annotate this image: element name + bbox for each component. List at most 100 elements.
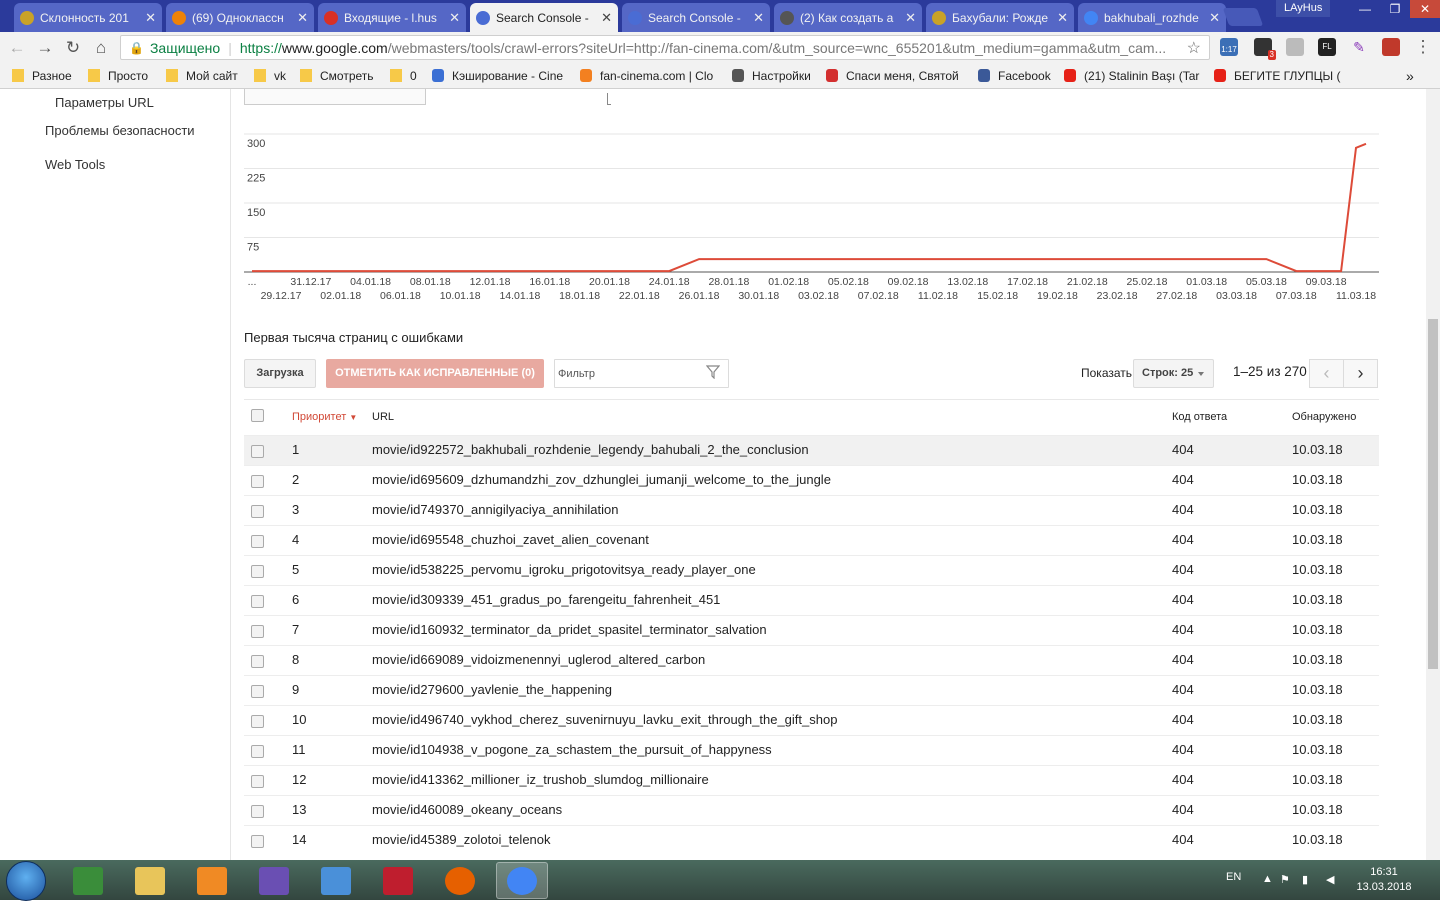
row-checkbox[interactable] [251,565,264,578]
column-response-code[interactable]: Код ответа [1172,411,1227,423]
table-row[interactable]: 12 movie/id413362_millioner_iz_trushob_sl… [244,765,1379,795]
column-detected[interactable]: Обнаружено [1292,411,1356,423]
table-row[interactable]: 4 movie/id695548_chuzhoi_zavet_alien_cove… [244,525,1379,555]
back-icon[interactable]: ← [6,37,28,59]
bookmark-item[interactable]: Смотреть [300,67,382,84]
taskbar-app[interactable] [248,862,300,899]
row-checkbox[interactable] [251,505,264,518]
row-checkbox[interactable] [251,595,264,608]
filter-input[interactable]: Фильтр [554,359,729,388]
table-row[interactable]: 13 movie/id460089_okeany_oceans 404 10.03.1… [244,795,1379,825]
browser-tab[interactable]: Входящие - l.hus ✕ [318,3,466,32]
download-button[interactable]: Загрузка [244,359,316,388]
row-checkbox[interactable] [251,625,264,638]
address-bar[interactable]: 🔒 Защищено | https:// www.google.com /we… [120,35,1210,60]
more-bookmarks-icon[interactable]: » [1406,67,1414,84]
row-url[interactable]: movie/id309339_451_gradus_po_farengeitu_… [372,592,720,607]
bookmark-item[interactable]: Настройки [732,67,820,84]
extension-counter-icon[interactable]: 1:17 [1220,38,1238,56]
taskbar-app[interactable] [186,862,238,899]
close-tab-icon[interactable]: ✕ [601,10,612,26]
row-checkbox[interactable] [251,835,264,848]
table-row[interactable]: 1 movie/id922572_bakhubali_rozhdenie_lege… [244,435,1379,465]
row-checkbox[interactable] [251,445,264,458]
row-url[interactable]: movie/id413362_millioner_iz_trushob_slum… [372,772,709,787]
row-checkbox[interactable] [251,745,264,758]
forward-icon[interactable]: → [34,37,56,59]
table-row[interactable]: 11 movie/id104938_v_pogone_za_schastem_th… [244,735,1379,765]
row-checkbox[interactable] [251,805,264,818]
row-url[interactable]: movie/id45389_zolotoi_telenok [372,832,551,847]
new-tab-button[interactable] [1222,8,1264,26]
row-url[interactable]: movie/id695548_chuzhoi_zavet_alien_coven… [372,532,649,547]
taskbar-app[interactable] [434,862,486,899]
extension-pen-icon[interactable]: ✎ [1350,38,1368,56]
rows-per-page-select[interactable]: Строк: 25 [1133,359,1214,388]
bookmark-item[interactable]: 0 [390,67,426,84]
bookmark-item[interactable]: Кэширование - Cine [432,67,572,84]
table-row[interactable]: 7 movie/id160932_terminator_da_pridet_spa… [244,615,1379,645]
row-url[interactable]: movie/id538225_pervomu_igroku_prigotovit… [372,562,756,577]
taskbar-app[interactable] [310,862,362,899]
row-url[interactable]: movie/id460089_okeany_oceans [372,802,562,817]
browser-tab[interactable]: bakhubali_rozhde ✕ [1078,3,1226,32]
row-url[interactable]: movie/id922572_bakhubali_rozhdenie_legen… [372,442,809,457]
bookmark-item[interactable]: Просто [88,67,160,84]
bookmark-item[interactable]: Разное [12,67,82,84]
row-checkbox[interactable] [251,685,264,698]
clock[interactable]: 16:31 13.03.2018 [1352,865,1416,895]
bookmark-item[interactable]: Мой сайт [166,67,248,84]
table-row[interactable]: 5 movie/id538225_pervomu_igroku_prigotovi… [244,555,1379,585]
taskbar-app[interactable] [62,862,114,899]
browser-tab[interactable]: Search Console - ✕ [622,3,770,32]
row-url[interactable]: movie/id669089_vidoizmenennyi_uglerod_al… [372,652,705,667]
select-all-checkbox[interactable] [251,409,264,422]
row-url[interactable]: movie/id496740_vykhod_cherez_suvenirnuyu… [372,712,837,727]
close-window-icon[interactable]: ✕ [1410,0,1440,18]
row-checkbox[interactable] [251,775,264,788]
sidebar-item-url-parameters[interactable]: Параметры URL [55,95,154,110]
close-tab-icon[interactable]: ✕ [297,10,308,26]
flag-icon[interactable]: ⚑ [1280,873,1294,887]
taskbar-app[interactable] [496,862,548,899]
table-row[interactable]: 9 movie/id279600_yavlenie_the_happening 40… [244,675,1379,705]
taskbar-app[interactable] [372,862,424,899]
prev-page-button[interactable]: ‹ [1309,359,1344,388]
page-scrollbar[interactable] [1426,89,1440,860]
bookmark-item[interactable]: vk [254,67,294,84]
table-row[interactable]: 14 movie/id45389_zolotoi_telenok 404 10.03.… [244,825,1379,855]
browser-tab[interactable]: Бахубали: Рожде ✕ [926,3,1074,32]
row-url[interactable]: movie/id749370_annigilyaciya_annihilatio… [372,502,618,517]
browser-tab[interactable]: (69) Одноклассн ✕ [166,3,314,32]
row-checkbox[interactable] [251,535,264,548]
home-icon[interactable]: ⌂ [90,37,112,59]
bookmark-item[interactable]: Facebook [978,67,1058,84]
show-hidden-icons[interactable]: ▲ [1262,873,1276,887]
row-url[interactable]: movie/id279600_yavlenie_the_happening [372,682,612,697]
row-url[interactable]: movie/id160932_terminator_da_pridet_spas… [372,622,767,637]
bookmark-item[interactable]: БЕГИТЕ ГЛУПЦЫ ( [1214,67,1394,84]
profile-name[interactable]: LAyHus [1276,0,1331,17]
close-tab-icon[interactable]: ✕ [1057,10,1068,26]
column-priority[interactable]: Приоритет ▼ [292,411,357,423]
browser-tab[interactable]: (2) Как создать а ✕ [774,3,922,32]
network-icon[interactable]: ▮ [1302,873,1316,887]
table-row[interactable]: 8 movie/id669089_vidoizmenennyi_uglerod_a… [244,645,1379,675]
sidebar-item-web-tools[interactable]: Web Tools [45,157,105,172]
start-button[interactable] [6,861,46,901]
taskbar-app[interactable] [124,862,176,899]
menu-icon[interactable]: ⋮ [1412,36,1434,58]
mark-fixed-button[interactable]: ОТМЕТИТЬ КАК ИСПРАВЛЕННЫЕ (0) [326,359,544,388]
extension-notif-icon[interactable]: 3 [1254,38,1276,60]
language-indicator[interactable]: EN [1226,871,1241,883]
row-url[interactable]: movie/id695609_dzhumandzhi_zov_dzhunglei… [372,472,831,487]
close-tab-icon[interactable]: ✕ [905,10,916,26]
maximize-icon[interactable]: ❐ [1380,0,1410,18]
scrollbar-thumb[interactable] [1428,319,1438,669]
extension-fl-icon[interactable]: FL [1318,38,1336,56]
table-row[interactable]: 3 movie/id749370_annigilyaciya_annihilati… [244,495,1379,525]
next-page-button[interactable]: › [1343,359,1378,388]
extension-ghost-icon[interactable] [1286,38,1304,56]
close-tab-icon[interactable]: ✕ [753,10,764,26]
volume-icon[interactable]: ◀ [1326,873,1340,887]
